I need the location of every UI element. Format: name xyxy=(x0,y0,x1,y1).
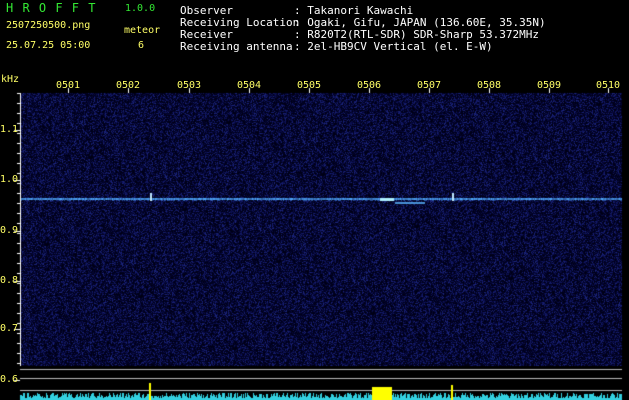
x-tick-label: 0506 xyxy=(356,80,382,91)
y-tick-label: 0.9 xyxy=(0,225,19,236)
info-label-antenna: Receiving antenna xyxy=(180,40,293,53)
y-tick-label: 0.8 xyxy=(0,275,19,286)
datetime: 25.07.25 05:00 xyxy=(6,40,91,51)
info-value-antenna: : 2el-HB9CV Vertical (el. E-W) xyxy=(294,40,493,53)
x-tick-label: 0502 xyxy=(115,80,141,91)
x-tick-label: 0507 xyxy=(416,80,442,91)
y-tick-label: 0.7 xyxy=(0,323,19,334)
x-tick-label: 0505 xyxy=(296,80,322,91)
hroft-window: H R O F F T 1.0.0 2507250500.png meteor … xyxy=(0,0,629,400)
x-tick-label: 0503 xyxy=(176,80,202,91)
y-axis-unit: kHz xyxy=(1,74,20,85)
app-title: H R O F F T xyxy=(6,1,97,15)
x-tick-label: 0508 xyxy=(476,80,502,91)
spectrogram-canvas xyxy=(0,0,629,400)
x-tick-label: 0501 xyxy=(55,80,81,91)
meteor-label: meteor xyxy=(124,25,161,36)
filename: 2507250500.png xyxy=(6,20,91,31)
app-version: 1.0.0 xyxy=(125,3,156,14)
x-tick-label: 0504 xyxy=(236,80,262,91)
y-tick-label: 0.6 xyxy=(0,374,19,385)
x-tick-label: 0510 xyxy=(595,80,621,91)
y-tick-label: 1.1 xyxy=(0,124,19,135)
meteor-count: 6 xyxy=(138,40,145,51)
y-tick-label: 1.0 xyxy=(0,174,19,185)
x-tick-label: 0509 xyxy=(536,80,562,91)
